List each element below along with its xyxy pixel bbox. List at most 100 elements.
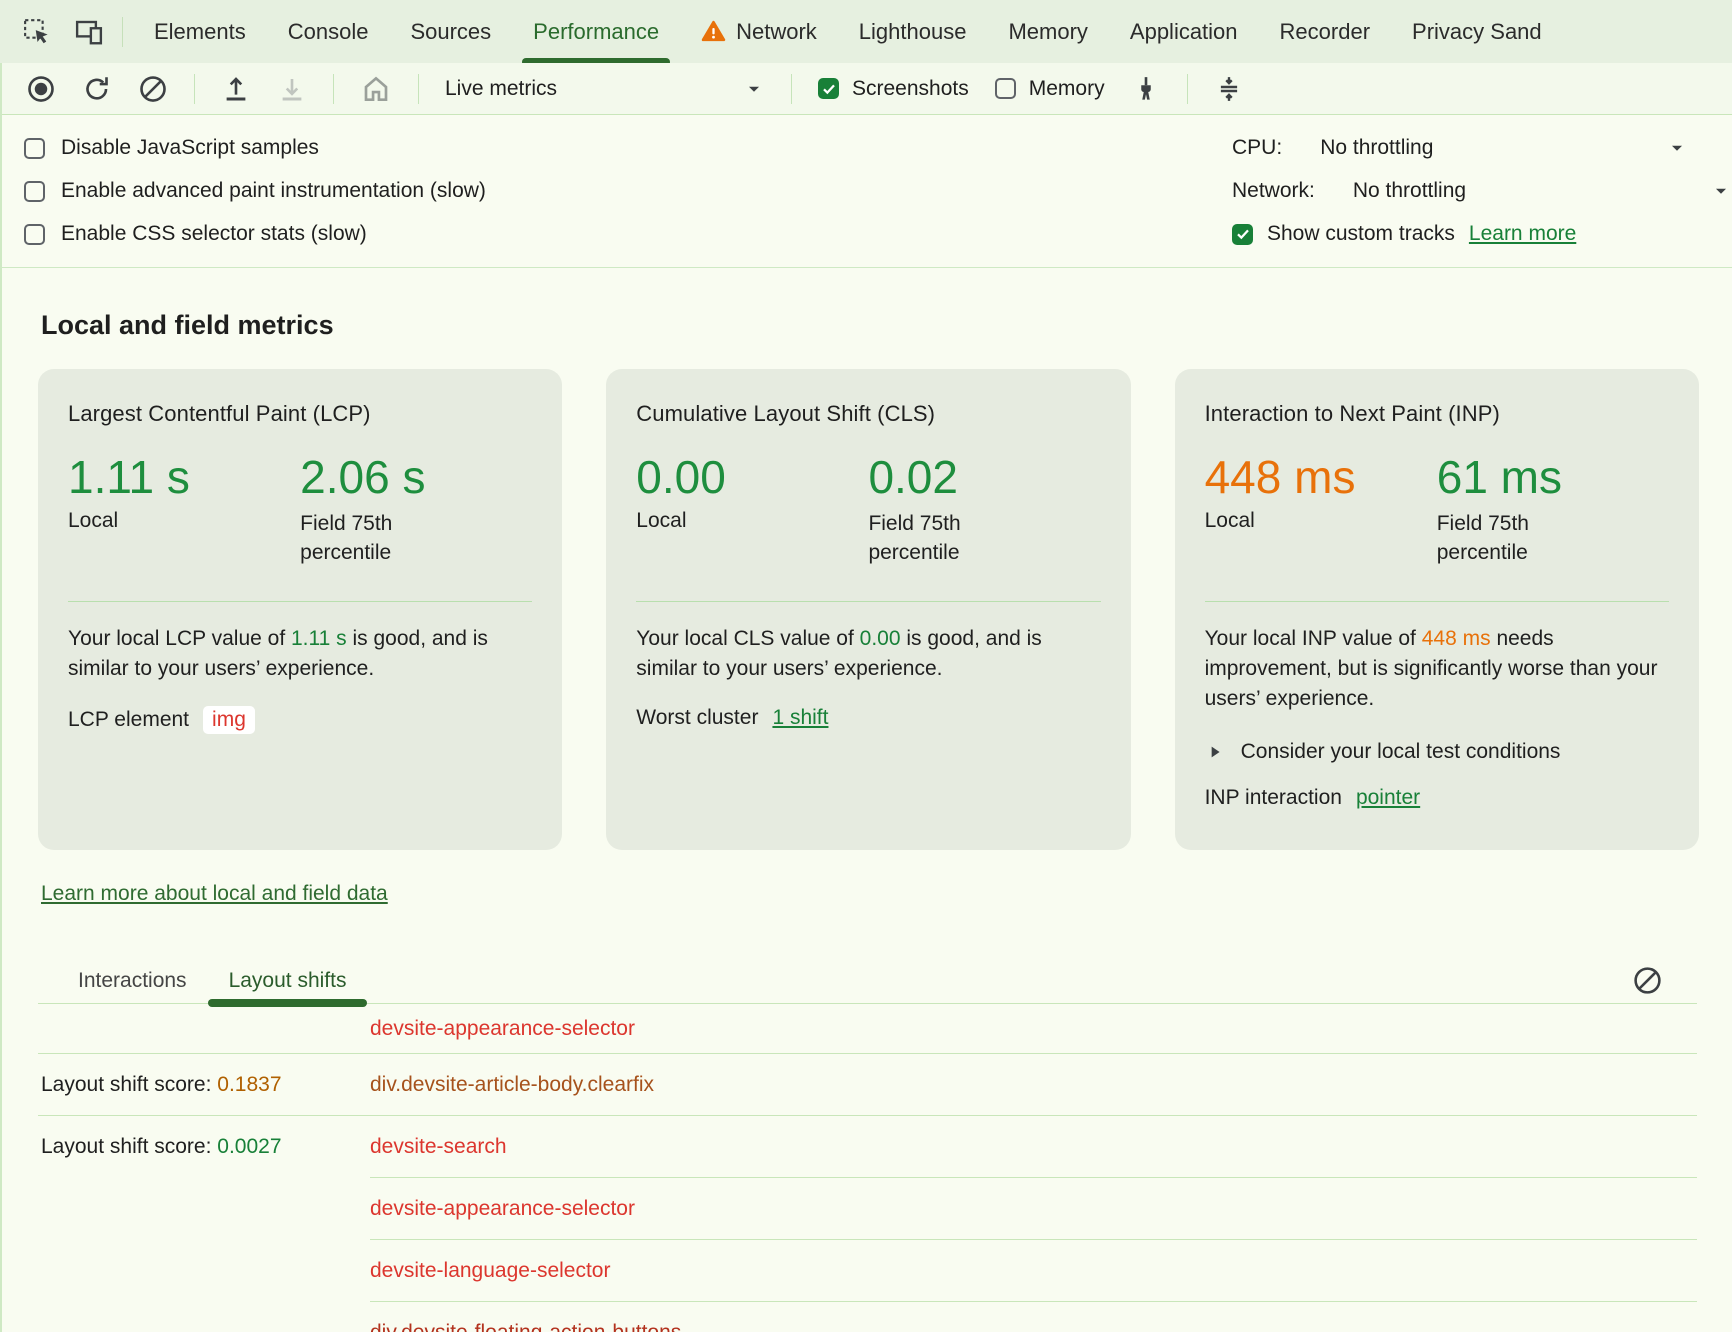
panel-tab[interactable]: Performance	[512, 0, 680, 63]
home-icon[interactable]	[360, 73, 392, 105]
layout-shift-row: div.devsite-floating-action-buttons	[38, 1302, 1697, 1332]
css-selector-stats-checkbox[interactable]: Enable CSS selector stats (slow)	[24, 215, 1232, 253]
local-label: Local	[636, 509, 868, 533]
toolbar-separator	[1187, 74, 1188, 104]
disable-js-samples-checkbox[interactable]: Disable JavaScript samples	[24, 129, 1232, 167]
field-label: Field 75th percentile	[868, 509, 1018, 567]
field-data-learn-more-link[interactable]: Learn more about local and field data	[41, 882, 388, 906]
panel-tab[interactable]: Application	[1109, 0, 1259, 63]
cpu-label: CPU:	[1232, 136, 1282, 160]
shifted-element-link[interactable]: div.devsite-article-body.clearfix	[370, 1073, 1697, 1097]
toolbar-separator	[791, 74, 792, 104]
device-toolbar-icon[interactable]	[74, 17, 104, 47]
cls-field-value: 0.02	[868, 451, 1100, 503]
checkbox-label: Enable CSS selector stats (slow)	[61, 222, 367, 246]
local-label: Local	[68, 509, 300, 533]
panel-mode-select[interactable]: Live metrics	[445, 77, 765, 101]
warning-icon	[701, 19, 726, 44]
checkbox-unchecked-icon	[995, 78, 1016, 99]
panel-tab-label: Elements	[154, 19, 246, 45]
inp-card: Interaction to Next Paint (INP) 448 ms L…	[1175, 369, 1699, 850]
save-profile-icon[interactable]	[277, 74, 307, 104]
panel-tab-label: Recorder	[1280, 19, 1370, 45]
shifted-element-link[interactable]: devsite-search	[370, 1135, 1697, 1159]
cls-card: Cumulative Layout Shift (CLS) 0.00 Local…	[606, 369, 1130, 850]
checkbox-unchecked-icon	[24, 181, 45, 202]
clear-icon[interactable]	[138, 74, 168, 104]
panel-tab-label: Console	[288, 19, 369, 45]
worst-cluster-link[interactable]: 1 shift	[772, 706, 828, 730]
logs-section: Interactions Layout shifts devsite-appea…	[38, 958, 1697, 1332]
panel-tab[interactable]: Recorder	[1259, 0, 1391, 63]
panel-tab[interactable]: Elements	[133, 0, 267, 63]
layout-shift-row: devsite-language-selector	[38, 1240, 1697, 1302]
card-divider	[1205, 601, 1669, 602]
lcp-card: Largest Contentful Paint (LCP) 1.11 s Lo…	[38, 369, 562, 850]
panel-tabs: Elements Console Sources	[133, 0, 1563, 63]
inp-inline-value: 448 ms	[1422, 627, 1491, 650]
panel-tab[interactable]: Lighthouse	[838, 0, 988, 63]
cls-card-title: Cumulative Layout Shift (CLS)	[636, 401, 1100, 427]
network-label: Network:	[1232, 179, 1315, 203]
performance-toolbar: Live metrics Screenshots Memory	[2, 63, 1732, 115]
shifted-element-link[interactable]: div.devsite-floating-action-buttons	[370, 1321, 1697, 1332]
toolbar-separator	[333, 74, 334, 104]
checkbox-checked-icon[interactable]	[1232, 224, 1253, 245]
logs-tabs: Interactions Layout shifts	[38, 958, 1697, 1004]
cls-inline-value: 0.00	[860, 627, 901, 650]
layout-shift-row: Layout shift score: 0.0027 devsite-searc…	[38, 1116, 1697, 1178]
layout-shift-row: devsite-appearance-selector	[38, 1004, 1697, 1054]
shifted-element-link[interactable]: devsite-language-selector	[370, 1259, 1697, 1283]
advanced-paint-checkbox[interactable]: Enable advanced paint instrumentation (s…	[24, 172, 1232, 210]
lcp-element-label: LCP element	[68, 708, 189, 732]
network-throttling-select[interactable]: Network: No throttling	[1232, 172, 1724, 210]
inp-interaction-label: INP interaction	[1205, 786, 1342, 810]
toolbar-separator	[418, 74, 419, 104]
capture-settings: Disable JavaScript samples Enable advanc…	[2, 115, 1732, 268]
lcp-element-chip[interactable]: img	[203, 706, 255, 734]
checkbox-checked-icon	[818, 78, 839, 99]
load-profile-icon[interactable]	[221, 74, 251, 104]
checkbox-unchecked-icon	[24, 224, 45, 245]
custom-tracks-label: Show custom tracks	[1267, 222, 1455, 246]
toolbar-separator	[194, 74, 195, 104]
inp-card-title: Interaction to Next Paint (INP)	[1205, 401, 1669, 427]
collapse-sections-icon[interactable]	[1214, 74, 1244, 104]
panel-tab[interactable]: Console	[267, 0, 390, 63]
tab-layout-shifts[interactable]: Layout shifts	[208, 958, 368, 1003]
panel-tab[interactable]: Sources	[389, 0, 512, 63]
inp-interaction-link[interactable]: pointer	[1356, 786, 1420, 810]
panel-tab[interactable]: Network	[680, 0, 838, 63]
shifted-element-link[interactable]: devsite-appearance-selector	[370, 1197, 1697, 1221]
screenshots-checkbox[interactable]: Screenshots	[818, 77, 969, 101]
gc-broom-icon[interactable]	[1131, 74, 1161, 104]
lcp-description: Your local LCP value of 1.11 s is good, …	[68, 624, 532, 684]
chevron-down-icon	[743, 78, 765, 100]
inspect-element-icon[interactable]	[22, 17, 52, 47]
cls-description: Your local CLS value of 0.00 is good, an…	[636, 624, 1100, 684]
inp-description: Your local INP value of 448 ms needs imp…	[1205, 624, 1669, 714]
panel-tab[interactable]: Memory	[987, 0, 1108, 63]
metric-cards: Largest Contentful Paint (LCP) 1.11 s Lo…	[38, 369, 1697, 850]
checkbox-unchecked-icon	[24, 138, 45, 159]
chevron-down-icon	[1710, 180, 1732, 202]
reload-record-icon[interactable]	[82, 74, 112, 104]
caret-right-icon	[1205, 742, 1225, 762]
inp-field-value: 61 ms	[1437, 451, 1669, 503]
checkbox-label: Disable JavaScript samples	[61, 136, 319, 160]
shifted-element-link[interactable]: devsite-appearance-selector	[370, 1017, 1697, 1041]
tab-interactions[interactable]: Interactions	[57, 958, 208, 1003]
panel-tab[interactable]: Privacy Sand	[1391, 0, 1563, 63]
layout-shift-rows: devsite-appearance-selector Layout shift…	[38, 1004, 1697, 1332]
clear-log-icon[interactable]	[1632, 965, 1663, 996]
memory-checkbox[interactable]: Memory	[995, 77, 1105, 101]
cpu-throttling-select[interactable]: CPU: No throttling	[1232, 129, 1724, 167]
screenshots-label: Screenshots	[852, 77, 969, 101]
local-test-conditions-expander[interactable]: Consider your local test conditions	[1205, 740, 1669, 764]
inp-local-value: 448 ms	[1205, 451, 1437, 503]
show-custom-tracks-row: Show custom tracks Learn more	[1232, 215, 1724, 253]
panel-tab-label: Performance	[533, 19, 659, 45]
record-icon[interactable]	[26, 74, 56, 104]
local-label: Local	[1205, 509, 1437, 533]
custom-tracks-learn-more-link[interactable]: Learn more	[1469, 222, 1576, 246]
